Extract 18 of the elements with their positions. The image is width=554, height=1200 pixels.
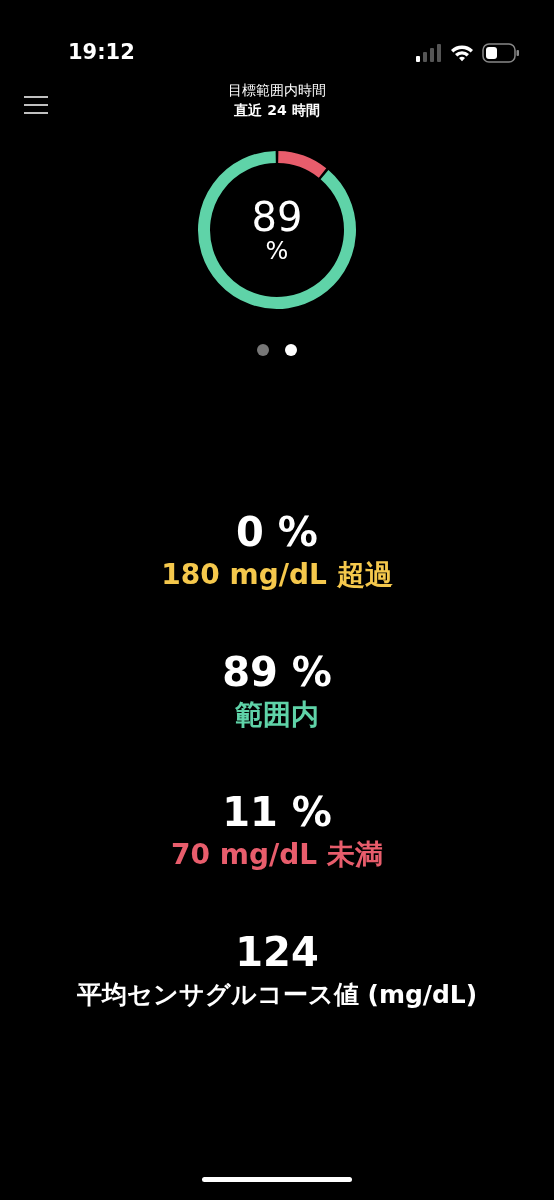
battery-icon xyxy=(482,43,520,63)
wifi-icon xyxy=(450,44,474,62)
page-dot[interactable] xyxy=(285,344,297,356)
ring-unit: % xyxy=(265,238,289,264)
stat-value: 124 xyxy=(234,928,320,976)
page-dot[interactable] xyxy=(257,344,269,356)
stat-label: 70 mg/dL 未満 xyxy=(171,837,383,873)
status-time: 19:12 xyxy=(68,39,135,67)
signal-icon xyxy=(416,44,442,62)
stat-label: 範囲内 xyxy=(234,697,320,733)
stat-value: 0 % xyxy=(235,508,319,556)
chart-title: 目標範囲内時間 xyxy=(228,81,326,100)
chart-period: 直近 24 時間 xyxy=(234,101,320,120)
stat-label: 平均センサグルコース値 (mg/dL) xyxy=(76,979,478,1011)
stat-value: 89 % xyxy=(222,648,332,696)
stat-label: 180 mg/dL 超過 xyxy=(161,557,393,593)
ring-value: 89 xyxy=(251,196,303,238)
stat-value: 11 % xyxy=(221,788,333,836)
